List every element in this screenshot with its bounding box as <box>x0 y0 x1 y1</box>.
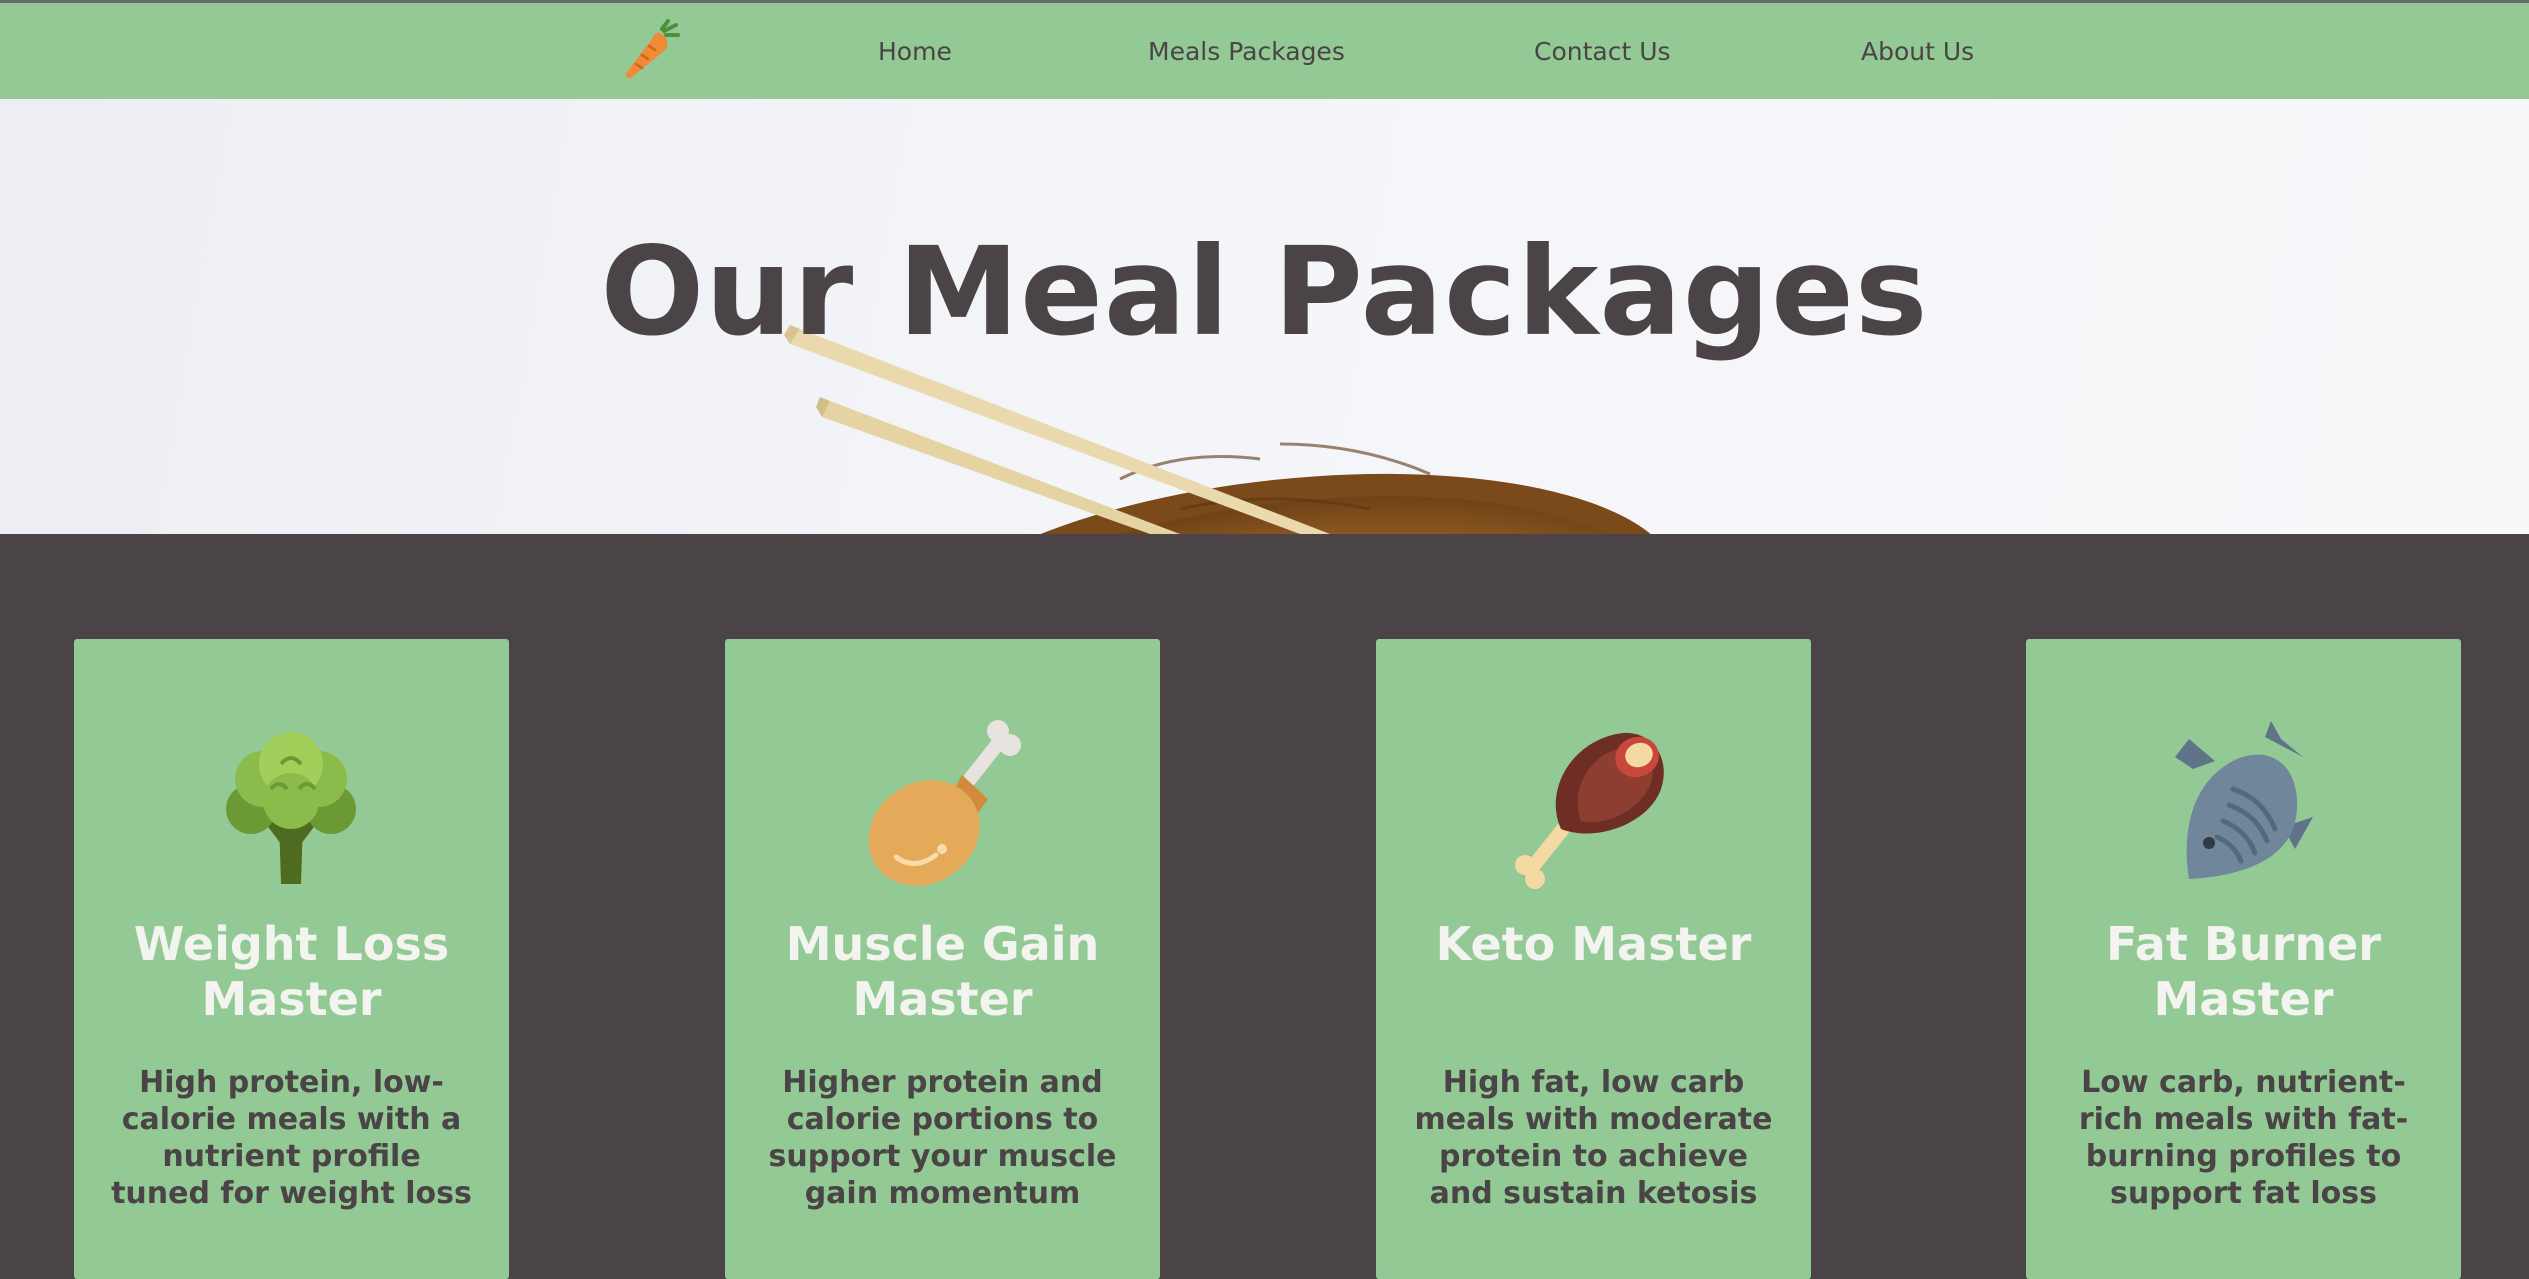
package-card-keto[interactable]: Keto Master High fat, low carb meals wit… <box>1376 639 1811 1279</box>
package-title: Muscle Gain Master <box>785 917 1100 1026</box>
navbar: Home Meals Packages Contact Us About Us <box>0 3 2529 99</box>
package-card-muscle-gain[interactable]: Muscle Gain Master Higher protein and ca… <box>725 639 1160 1279</box>
package-card-fat-burner[interactable]: Fat Burner Master Low carb, nutrient-ric… <box>2026 639 2461 1279</box>
package-title: Keto Master <box>1435 917 1752 971</box>
package-description: High protein, low-calorie meals with a n… <box>111 1065 472 1211</box>
fish-icon <box>2153 709 2333 889</box>
hero-banner: Our Meal Packages <box>0 99 2529 534</box>
nav-link-meal-packages[interactable]: Meals Packages <box>1148 37 1345 66</box>
package-title: Fat Burner Master <box>2106 917 2381 1026</box>
packages-section: Weight Loss Master High protein, low-cal… <box>0 534 2529 1279</box>
ham-icon <box>1503 709 1683 889</box>
nav-link-about-us[interactable]: About Us <box>1861 37 1974 66</box>
package-description: High fat, low carb meals with moderate p… <box>1414 1065 1773 1211</box>
carrot-icon[interactable] <box>622 19 682 81</box>
package-card-weight-loss[interactable]: Weight Loss Master High protein, low-cal… <box>74 639 509 1279</box>
package-title: Weight Loss Master <box>133 917 450 1026</box>
nav-link-home[interactable]: Home <box>878 37 952 66</box>
nav-link-contact-us[interactable]: Contact Us <box>1534 37 1671 66</box>
broccoli-icon <box>201 709 381 889</box>
package-description: Low carb, nutrient-rich meals with fat-b… <box>2078 1065 2409 1211</box>
package-description: Higher protein and calorie portions to s… <box>768 1065 1117 1211</box>
page-title: Our Meal Packages <box>600 220 1929 363</box>
chicken-leg-icon <box>852 709 1032 889</box>
